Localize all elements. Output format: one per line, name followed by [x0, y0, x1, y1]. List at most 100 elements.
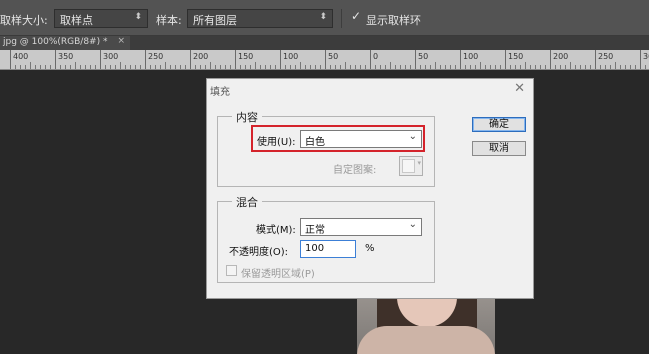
ruler-minor-tick [580, 65, 581, 69]
separator [341, 9, 342, 28]
ruler-minor-tick [250, 65, 251, 69]
ruler-minor-tick [560, 65, 561, 69]
ruler-minor-tick [520, 65, 521, 69]
ruler-minor-tick [230, 65, 231, 69]
ruler-minor-tick [625, 65, 626, 69]
ruler-minor-tick [565, 65, 566, 69]
mode-label: 模式(M): [256, 225, 296, 236]
ruler-minor-tick [465, 65, 466, 69]
ruler-minor-tick [85, 65, 86, 69]
ruler-minor-tick [395, 65, 396, 69]
checkmark-icon[interactable]: ✓ [351, 10, 364, 23]
ruler-minor-tick [175, 65, 176, 69]
sample-size-label: 取样大小: [0, 14, 48, 27]
ruler-minor-tick [105, 65, 106, 69]
ruler-minor-tick [315, 65, 316, 69]
ruler-label: 200 [553, 52, 569, 61]
ruler-label: 150 [238, 52, 254, 61]
ruler-minor-tick [360, 65, 361, 69]
ruler-minor-tick [135, 65, 136, 69]
mode-select[interactable]: 正常 ⌄ [300, 218, 422, 236]
ruler-minor-tick [490, 65, 491, 69]
sample-dropdown[interactable]: 所有图层 ⬍ [187, 9, 333, 28]
ruler-minor-tick [450, 65, 451, 69]
ruler-minor-tick [150, 65, 151, 69]
show-ring-label[interactable]: 显示取样环 [366, 12, 421, 28]
ruler-minor-tick [405, 65, 406, 69]
ruler-label: 50 [418, 52, 429, 61]
ruler-minor-tick [220, 65, 221, 69]
ruler-minor-tick [45, 65, 46, 69]
document-tab[interactable]: jpg @ 100%(RGB/8#) * × [0, 36, 130, 50]
ruler-minor-tick [445, 65, 446, 69]
ruler-minor-tick [615, 62, 616, 69]
ruler-minor-tick [225, 65, 226, 69]
ruler-minor-tick [275, 65, 276, 69]
ruler-minor-tick [390, 62, 391, 69]
ruler-label: 400 [13, 52, 29, 61]
ruler-label: 300 [103, 52, 119, 61]
ruler-major-tick [280, 50, 281, 69]
sample-size-value: 取样点 [60, 14, 93, 27]
ruler-minor-tick [555, 65, 556, 69]
ruler-minor-tick [500, 65, 501, 69]
ruler-label: 0 [373, 52, 379, 61]
ruler-minor-tick [295, 65, 296, 69]
ruler-minor-tick [515, 65, 516, 69]
blend-legend: 混合 [232, 194, 262, 210]
ruler-major-tick [235, 50, 236, 69]
ruler-label: 100 [463, 52, 479, 61]
ruler-minor-tick [350, 65, 351, 69]
ruler-minor-tick [120, 62, 121, 69]
document-tab-row: jpg @ 100%(RGB/8#) * × [0, 36, 649, 50]
ruler-minor-tick [115, 65, 116, 69]
ruler-minor-tick [160, 65, 161, 69]
ruler-label: 50 [328, 52, 339, 61]
ruler-label: 300 [643, 52, 649, 61]
ruler-minor-tick [620, 65, 621, 69]
mode-value: 正常 [305, 225, 325, 236]
ruler-label: 250 [148, 52, 164, 61]
close-icon[interactable]: ✕ [514, 81, 525, 96]
opacity-unit: % [365, 243, 375, 254]
ruler-minor-tick [610, 65, 611, 69]
ok-button[interactable]: 确定 [472, 117, 526, 132]
ruler-minor-tick [240, 65, 241, 69]
cancel-button[interactable]: 取消 [472, 141, 526, 156]
ruler-minor-tick [170, 65, 171, 69]
ruler-major-tick [190, 50, 191, 69]
ruler-minor-tick [255, 62, 256, 69]
ruler-minor-tick [375, 65, 376, 69]
ruler-minor-tick [495, 65, 496, 69]
ruler-minor-tick [80, 65, 81, 69]
ruler-minor-tick [300, 62, 301, 69]
ruler-minor-tick [440, 65, 441, 69]
ruler-minor-tick [590, 65, 591, 69]
ruler-minor-tick [155, 65, 156, 69]
ruler-minor-tick [35, 65, 36, 69]
document-tab-title: jpg @ 100%(RGB/8#) * [3, 37, 108, 47]
ruler-minor-tick [195, 65, 196, 69]
ruler-minor-tick [510, 65, 511, 69]
sample-size-dropdown[interactable]: 取样点 ⬍ [54, 9, 148, 28]
ruler-minor-tick [635, 65, 636, 69]
ruler-minor-tick [210, 62, 211, 69]
ruler-minor-tick [470, 65, 471, 69]
preserve-transparency-checkbox[interactable] [226, 265, 237, 276]
opacity-label: 不透明度(O): [229, 247, 289, 258]
ruler-minor-tick [585, 65, 586, 69]
pattern-swatch [402, 159, 415, 173]
ruler-minor-tick [455, 65, 456, 69]
ruler-minor-tick [475, 65, 476, 69]
ruler-minor-tick [355, 65, 356, 69]
ruler-minor-tick [400, 65, 401, 69]
ruler-minor-tick [245, 65, 246, 69]
chevron-down-icon: ⌄ [408, 219, 417, 230]
opacity-input[interactable]: 100 [300, 240, 356, 258]
ruler-major-tick [640, 50, 641, 69]
ruler-minor-tick [525, 62, 526, 69]
close-icon[interactable]: × [117, 36, 125, 46]
pattern-picker[interactable]: ▾ [399, 156, 423, 176]
ruler-major-tick [100, 50, 101, 69]
chevron-down-icon: ▾ [417, 159, 421, 167]
